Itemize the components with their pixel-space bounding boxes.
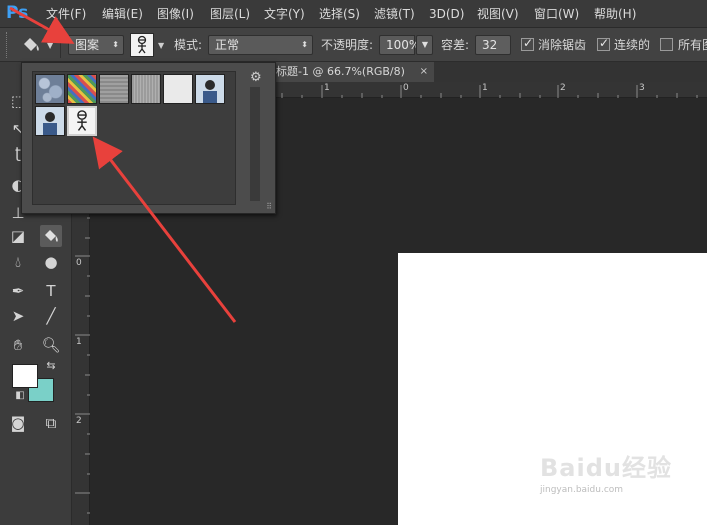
line-tool-icon[interactable]: ╱ [40, 305, 62, 327]
pattern-swatch-white-paper[interactable] [163, 74, 193, 104]
menu-bar: Ps 文件(F) 编辑(E) 图像(I) 图层(L) 文字(Y) 选择(S) 滤… [0, 0, 707, 28]
swap-colors-icon[interactable]: ⇆ [40, 355, 62, 377]
mode-select[interactable]: 正常 ⬍ [208, 35, 313, 55]
ruler-label: 2 [560, 83, 566, 93]
contiguous-label: 连续的 [614, 38, 651, 52]
screen-mode-icon[interactable]: ⧉ [40, 412, 62, 434]
options-bar-grip[interactable] [6, 32, 9, 58]
pattern-chevron-down-icon[interactable]: ▼ [158, 41, 164, 50]
tolerance-label: 容差: [441, 38, 470, 52]
menu-help[interactable]: 帮助(H) [594, 6, 636, 22]
chevron-down-icon: ▼ [421, 40, 428, 49]
options-separator [60, 32, 61, 58]
menu-3d[interactable]: 3D(D) [429, 6, 464, 22]
menu-select[interactable]: 选择(S) [319, 6, 360, 22]
type-tool-icon[interactable]: T [40, 280, 62, 302]
close-icon[interactable]: × [420, 62, 428, 82]
resize-grip-icon[interactable]: ⠿ [266, 202, 272, 211]
ruler-label: 2 [76, 416, 82, 426]
ruler-label: 1 [482, 83, 488, 93]
contiguous-checkbox[interactable] [597, 36, 610, 51]
eraser-tool-icon[interactable]: ◪ [7, 225, 29, 247]
watermark-logo: Baidu经验 [540, 454, 672, 482]
opacity-label: 不透明度: [321, 38, 374, 52]
path-selection-tool-icon[interactable]: ➤ [7, 305, 29, 327]
chevron-updown-icon: ⬍ [112, 40, 119, 49]
tolerance-value: 32 [482, 38, 498, 52]
pattern-picker-popup: ⚙ ⠿ [21, 62, 276, 214]
tool-preset-chevron-down-icon[interactable]: ▼ [47, 41, 53, 50]
foreground-color-swatch[interactable] [12, 364, 38, 388]
document-tab-title: 标题-1 @ 66.7%(RGB/8) [276, 65, 405, 78]
portrait-icon [36, 107, 64, 135]
sketch-figure-icon [137, 35, 147, 54]
dodge-tool-icon[interactable]: ● [40, 251, 62, 273]
pattern-swatch-gray-noise[interactable] [99, 74, 129, 104]
pattern-swatch-bubbles[interactable] [35, 74, 65, 104]
ruler-label: 1 [324, 83, 330, 93]
tolerance-input[interactable]: 32 [475, 35, 511, 55]
hand-tool-icon[interactable]: ✋︎ [7, 334, 29, 356]
fill-source-value: 图案 [75, 38, 100, 52]
pattern-swatch-portrait-2[interactable] [35, 106, 65, 136]
zoom-tool-icon[interactable]: 🔍︎ [40, 334, 62, 356]
document-tab[interactable]: 标题-1 @ 66.7%(RGB/8) × [270, 62, 434, 82]
menu-layer[interactable]: 图层(L) [210, 6, 250, 22]
sketch-figure-icon [77, 110, 87, 131]
pen-tool-icon[interactable]: ✒︎ [7, 280, 29, 302]
menu-edit[interactable]: 编辑(E) [102, 6, 143, 22]
all-layers-checkbox[interactable] [660, 38, 673, 51]
menu-type[interactable]: 文字(Y) [264, 6, 305, 22]
baidu-watermark: Baidu经验 jingyan.baidu.com [540, 448, 672, 495]
menu-filter[interactable]: 滤镜(T) [374, 6, 415, 22]
quick-mask-icon[interactable]: ◙ [7, 412, 29, 434]
mode-label: 模式: [174, 38, 203, 52]
fill-source-select[interactable]: 图案 ⬍ [68, 35, 124, 55]
all-layers-label: 所有图 [678, 38, 707, 52]
photoshop-logo: Ps [6, 3, 29, 23]
mode-value: 正常 [215, 38, 240, 52]
ruler-label: 3 [639, 83, 645, 93]
pattern-grid-scrollbar[interactable] [250, 87, 260, 201]
watermark-url: jingyan.baidu.com [540, 485, 624, 495]
opacity-input[interactable]: 100% [379, 35, 420, 55]
menu-file[interactable]: 文件(F) [46, 6, 86, 22]
pattern-swatch-portrait-1[interactable] [195, 74, 225, 104]
antialias-label: 消除锯齿 [538, 38, 587, 52]
ruler-label: 0 [403, 83, 409, 93]
pattern-picker-button[interactable] [130, 33, 154, 57]
blur-tool-icon[interactable]: 💧︎ [7, 251, 29, 273]
ruler-label: 0 [76, 258, 82, 268]
gear-icon[interactable]: ⚙ [250, 70, 262, 85]
pattern-swatch-sketch-selected[interactable] [67, 106, 97, 136]
antialias-checkbox[interactable] [521, 36, 534, 51]
menu-image[interactable]: 图像(I) [157, 6, 194, 22]
paint-bucket-preset-icon[interactable] [20, 34, 42, 56]
pattern-swatch-rainbow[interactable] [67, 74, 97, 104]
paint-bucket-tool-icon[interactable] [40, 225, 62, 247]
chevron-updown-icon: ⬍ [301, 40, 308, 49]
pattern-grid [32, 71, 236, 205]
pattern-swatch-gray-granite[interactable] [131, 74, 161, 104]
portrait-icon [196, 75, 224, 103]
menu-window[interactable]: 窗口(W) [534, 6, 579, 22]
opacity-dropdown-button[interactable]: ▼ [416, 35, 433, 55]
ruler-label: 1 [76, 337, 82, 347]
menu-view[interactable]: 视图(V) [477, 6, 519, 22]
